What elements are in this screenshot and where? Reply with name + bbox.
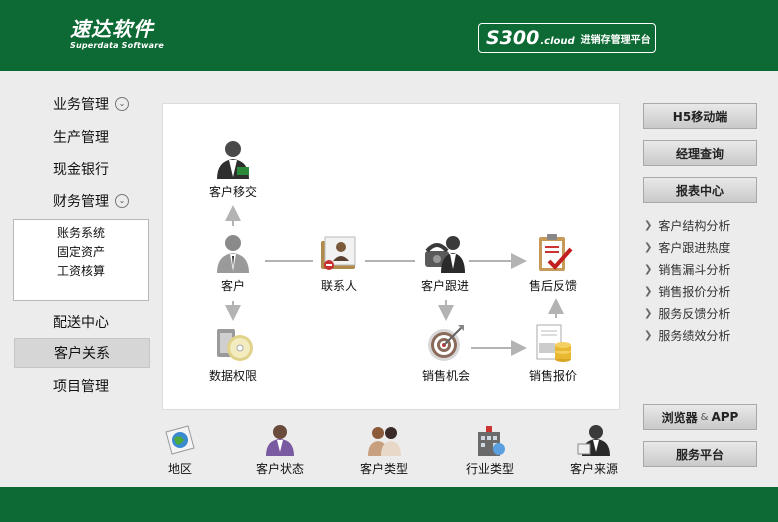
report-link-label: 服务反馈分析 [658, 307, 731, 321]
service-platform-button[interactable]: 服务平台 [643, 441, 757, 467]
report-link-service-performance[interactable]: ❯ 服务绩效分析 [644, 327, 730, 344]
sub-item-payroll[interactable]: 工资核算 [14, 262, 148, 281]
footer-bar [0, 487, 778, 522]
target-icon [428, 325, 464, 361]
company-logo: 速达软件 Superdata Software [70, 18, 164, 51]
node-data-permission[interactable]: 数据权限 [188, 321, 278, 384]
node-contact[interactable]: 联系人 [294, 231, 384, 294]
chevron-down-icon[interactable]: ⌄ [115, 97, 129, 111]
bottom-label: 客户来源 [569, 462, 618, 476]
button-label-app: APP [711, 410, 739, 424]
report-link-label: 客户结构分析 [658, 219, 731, 233]
node-customer-followup[interactable]: 客户跟进 [400, 231, 490, 294]
node-label: 数据权限 [208, 369, 257, 383]
phone-icon [425, 236, 465, 273]
nav-label: 生产管理 [53, 130, 109, 146]
node-label: 客户 [220, 279, 245, 293]
nav-label: 配送中心 [53, 315, 109, 331]
sub-item-accounting[interactable]: 账务系统 [14, 224, 148, 243]
node-label: 客户移交 [208, 185, 257, 199]
nav-project-management[interactable]: 项目管理 [14, 371, 150, 401]
person-icon [266, 425, 294, 456]
node-label: 客户跟进 [420, 279, 469, 293]
building-icon [478, 426, 505, 456]
nav-label: 财务管理 [53, 194, 109, 210]
cd-icon [217, 329, 253, 361]
manager-query-button[interactable]: 经理查询 [643, 140, 757, 166]
product-platform: 进销存管理平台 [580, 34, 651, 46]
chevron-right-icon: ❯ [644, 330, 653, 341]
person-icon [217, 235, 249, 273]
bottom-industry-type[interactable]: 行业类型 [450, 422, 530, 477]
bottom-customer-type[interactable]: 客户类型 [344, 422, 424, 477]
button-label-amp: & [700, 411, 709, 423]
person-icon [577, 425, 610, 456]
bottom-label: 客户类型 [359, 462, 408, 476]
button-label: 报表中心 [675, 183, 724, 198]
nav-label: 业务管理 [53, 97, 109, 113]
finance-submenu: 账务系统 固定资产 工资核算 [13, 219, 149, 301]
crm-flow-panel: 客户移交 客户 联系人 客户跟进 售后反馈 数据权限 销售机会 销售报价 [162, 103, 620, 410]
header-bar: 速达软件 Superdata Software S300 .cloud 进销存管理平… [0, 0, 778, 71]
nav-customer-relations[interactable]: 客户关系 [14, 338, 150, 368]
bottom-label: 地区 [167, 462, 192, 476]
chevron-right-icon: ❯ [644, 308, 653, 319]
node-customer[interactable]: 客户 [188, 231, 278, 294]
report-link-sales-funnel[interactable]: ❯ 销售漏斗分析 [644, 261, 730, 278]
node-sales-opportunity[interactable]: 销售机会 [401, 321, 491, 384]
h5-mobile-button[interactable]: H5移动端 [643, 103, 757, 129]
nav-label: 项目管理 [53, 379, 109, 395]
chevron-right-icon: ❯ [644, 220, 653, 231]
coins-icon [536, 324, 571, 362]
chevron-right-icon: ❯ [644, 264, 653, 275]
report-link-followup-heat[interactable]: ❯ 客户跟进热度 [644, 239, 730, 256]
node-label: 销售机会 [421, 369, 470, 383]
product-suffix: .cloud [540, 35, 575, 47]
button-label-browser: 浏览器 [661, 410, 698, 425]
nav-finance-management[interactable]: 财务管理 ⌄ [14, 186, 150, 216]
button-label: H5移动端 [672, 109, 728, 124]
nav-production-management[interactable]: 生产管理 [14, 122, 150, 152]
logo-en-text: Superdata Software [70, 41, 165, 50]
nav-label: 客户关系 [54, 346, 110, 362]
bottom-label: 行业类型 [465, 462, 514, 476]
node-label: 联系人 [320, 279, 357, 293]
report-link-label: 服务绩效分析 [658, 329, 731, 343]
sub-item-fixed-assets[interactable]: 固定资产 [14, 243, 148, 262]
report-link-service-feedback[interactable]: ❯ 服务反馈分析 [644, 305, 730, 322]
node-label: 售后反馈 [528, 279, 577, 293]
chevron-down-icon[interactable]: ⌄ [115, 194, 129, 208]
report-link-customer-structure[interactable]: ❯ 客户结构分析 [644, 217, 730, 234]
node-sales-quote[interactable]: 销售报价 [508, 321, 598, 384]
chevron-right-icon: ❯ [644, 242, 653, 253]
report-center-button[interactable]: 报表中心 [643, 177, 757, 203]
product-name: S300 [486, 27, 540, 49]
node-after-sales[interactable]: 售后反馈 [508, 231, 598, 294]
browser-app-button[interactable]: 浏览器 & APP [643, 404, 757, 430]
report-link-label: 销售报价分析 [658, 285, 731, 299]
report-link-label: 销售漏斗分析 [658, 263, 731, 277]
chevron-right-icon: ❯ [644, 286, 653, 297]
people-icon [368, 427, 401, 456]
logo-cn-text: 速达软件 [70, 17, 154, 41]
report-link-sales-quote[interactable]: ❯ 销售报价分析 [644, 283, 730, 300]
node-customer-transfer[interactable]: 客户移交 [188, 137, 278, 200]
bottom-label: 客户状态 [255, 462, 304, 476]
globe-icon [165, 425, 195, 455]
button-label: 经理查询 [675, 146, 724, 161]
product-badge: S300 .cloud 进销存管理平台 [478, 23, 656, 53]
nav-business-management[interactable]: 业务管理 ⌄ [14, 89, 150, 119]
nav-cash-bank[interactable]: 现金银行 [14, 154, 150, 184]
report-link-label: 客户跟进热度 [658, 241, 731, 255]
person-icon [217, 141, 249, 179]
folder-icon [321, 236, 356, 270]
clipboard-icon [539, 234, 573, 271]
button-label: 服务平台 [675, 447, 724, 462]
bottom-region[interactable]: 地区 [140, 422, 220, 477]
nav-label: 现金银行 [53, 162, 109, 178]
node-label: 销售报价 [528, 369, 577, 383]
bottom-customer-source[interactable]: 客户来源 [554, 422, 634, 477]
bottom-customer-status[interactable]: 客户状态 [240, 422, 320, 477]
nav-distribution-center[interactable]: 配送中心 [14, 307, 150, 337]
